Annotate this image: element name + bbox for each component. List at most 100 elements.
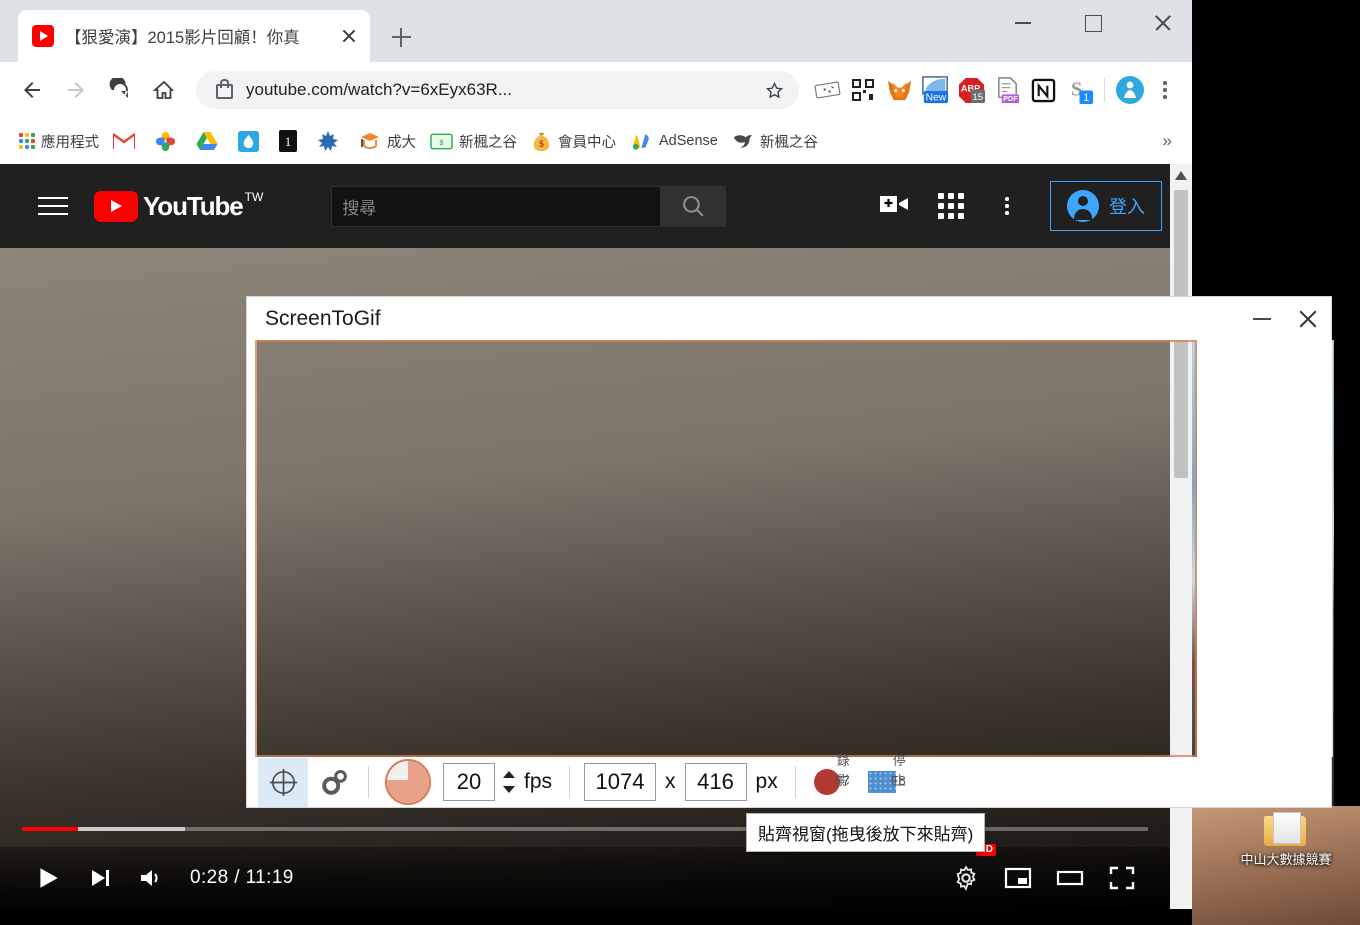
desktop-icon-label: 中山大數據競賽	[1240, 852, 1332, 867]
player-controls: 0:28 / 11:19 HD	[0, 827, 1170, 909]
screentogif-window: ScreenToGif 20 fps 1074 x 416 px 錄影 F7 停…	[246, 296, 1333, 808]
bookmarks-overflow-button[interactable]: »	[1155, 131, 1180, 151]
play-icon[interactable]	[22, 853, 74, 903]
chrome-menu-icon[interactable]	[1148, 81, 1182, 99]
options-gear-icon[interactable]	[308, 758, 360, 807]
bookmark-label: 成大	[387, 134, 416, 151]
svg-text:1: 1	[285, 134, 292, 149]
bookmark-google-drive[interactable]	[189, 126, 231, 156]
bookmark-maplestory-2[interactable]: 新楓之谷	[725, 126, 825, 156]
browser-tab[interactable]: 【狠愛演】2015影片回顧！你真	[18, 10, 370, 62]
youtube-country-code: TW	[244, 189, 264, 204]
grammarly-icon[interactable]: S 1	[1061, 72, 1097, 108]
money-bag-icon: $	[531, 131, 552, 152]
bookmark-moodle[interactable]: 成大	[352, 126, 423, 156]
window-minimize-button[interactable]	[988, 0, 1058, 46]
pdf-tool-icon[interactable]: PDF	[989, 72, 1025, 108]
record-button[interactable]: 錄影 F7	[804, 753, 858, 795]
scroll-up-icon[interactable]	[1170, 164, 1192, 186]
metamask-extension-icon[interactable]	[881, 72, 917, 108]
search-placeholder: 搜尋	[342, 198, 377, 218]
screentogif-minimize-button[interactable]	[1239, 298, 1285, 340]
create-video-icon[interactable]	[880, 192, 912, 221]
tab-title: 【狠愛演】2015影片回顧！你真	[65, 29, 300, 47]
youtube-logo[interactable]: YouTube TW	[94, 189, 264, 222]
miniplayer-icon[interactable]	[992, 853, 1044, 903]
youtube-wordmark: YouTube	[143, 190, 244, 221]
window-close-button[interactable]	[1128, 0, 1192, 46]
toolbar-divider-2	[569, 766, 571, 798]
size-separator: x	[665, 770, 676, 793]
youtube-masthead: YouTube TW 搜尋 登入	[0, 164, 1192, 248]
masthead-actions: 登入	[880, 181, 1170, 231]
bookmark-label: AdSense	[659, 133, 718, 149]
bookmark-google-photos[interactable]	[148, 126, 189, 156]
home-icon[interactable]	[142, 68, 186, 112]
bookmark-label: 新楓之谷	[759, 134, 818, 151]
width-input[interactable]: 1074	[584, 763, 657, 801]
sign-in-button[interactable]: 登入	[1050, 181, 1162, 231]
bookmark-maplestory[interactable]: $ 新楓之谷	[423, 126, 524, 156]
search-input[interactable]: 搜尋	[331, 185, 662, 227]
toolbar-divider	[1104, 78, 1105, 102]
sign-in-label: 登入	[1109, 197, 1145, 217]
svg-text:$: $	[439, 137, 444, 146]
bookmark-gmail[interactable]	[106, 126, 148, 156]
bookmark-adsense[interactable]: AdSense	[623, 126, 725, 156]
youtube-search: 搜尋	[331, 185, 727, 227]
theater-mode-icon[interactable]	[1044, 853, 1096, 903]
fps-stepper[interactable]	[503, 771, 515, 793]
google-photos-icon	[155, 131, 176, 152]
black-one-icon: 1	[279, 130, 297, 152]
search-button[interactable]	[661, 185, 727, 227]
screentogif-titlebar[interactable]: ScreenToGif	[246, 296, 1332, 340]
fullscreen-icon[interactable]	[1096, 853, 1148, 903]
new-tab-button[interactable]	[386, 22, 416, 52]
evernote-web-clipper-icon[interactable]: New	[917, 72, 953, 108]
player-right-controls: HD	[940, 844, 1148, 903]
youtube-apps-icon[interactable]	[938, 193, 964, 219]
moodle-icon	[359, 131, 381, 151]
stop-button[interactable]: 停止 F8	[858, 753, 914, 793]
address-bar[interactable]: youtube.com/watch?v=6xEyx63R...	[196, 71, 799, 109]
frame-rate-pie-icon[interactable]	[385, 759, 431, 805]
screentogif-close-button[interactable]	[1285, 298, 1331, 340]
bookmark-star-icon[interactable]	[757, 73, 791, 107]
window-maximize-button[interactable]	[1058, 0, 1128, 46]
youtube-more-icon[interactable]	[990, 197, 1024, 215]
stepper-up-icon[interactable]	[503, 771, 515, 778]
notion-web-clipper-icon[interactable]	[1025, 72, 1061, 108]
url-text: youtube.com/watch?v=6xEyx63R...	[246, 80, 512, 99]
bookmark-member-center[interactable]: $ 會員中心	[524, 126, 623, 156]
qr-code-extension-icon[interactable]	[845, 72, 881, 108]
next-video-icon[interactable]	[74, 853, 126, 903]
height-input[interactable]: 416	[684, 763, 747, 801]
screentogif-toolbar: 20 fps 1074 x 416 px 錄影 F7 停止 F8	[246, 753, 1332, 808]
tab-strip: 【狠愛演】2015影片回顧！你真	[0, 0, 1192, 62]
back-icon[interactable]	[10, 68, 54, 112]
youtube-icon	[32, 25, 54, 47]
bookmark-black-one[interactable]: 1	[272, 126, 310, 156]
toolbar-divider-3	[794, 766, 796, 798]
hamburger-menu-icon[interactable]	[38, 197, 68, 215]
forward-icon[interactable]	[54, 68, 98, 112]
svg-text:New: New	[926, 93, 947, 104]
snap-to-window-icon[interactable]	[258, 757, 308, 807]
bookmark-blue-drop[interactable]	[231, 126, 272, 156]
fps-input[interactable]: 20	[443, 763, 495, 801]
ticket-extension-icon[interactable]	[809, 72, 845, 108]
volume-icon[interactable]	[126, 853, 178, 903]
close-tab-icon[interactable]	[336, 23, 362, 49]
reload-icon[interactable]	[98, 68, 142, 112]
settings-gear-icon[interactable]: HD	[940, 844, 996, 903]
google-drive-icon	[196, 131, 218, 151]
desktop-icon[interactable]: 中山大數據競賽	[1238, 812, 1334, 868]
stepper-down-icon[interactable]	[503, 786, 515, 793]
toolbar-divider	[368, 766, 369, 798]
bookmark-label: 應用程式	[41, 134, 99, 151]
capture-region[interactable]	[255, 340, 1197, 757]
bookmark-maple-leaf[interactable]	[310, 126, 352, 156]
adblock-plus-icon[interactable]: ABP 15	[953, 72, 989, 108]
profile-avatar-icon[interactable]	[1112, 72, 1148, 108]
bookmark-apps[interactable]: 應用程式	[12, 126, 106, 156]
